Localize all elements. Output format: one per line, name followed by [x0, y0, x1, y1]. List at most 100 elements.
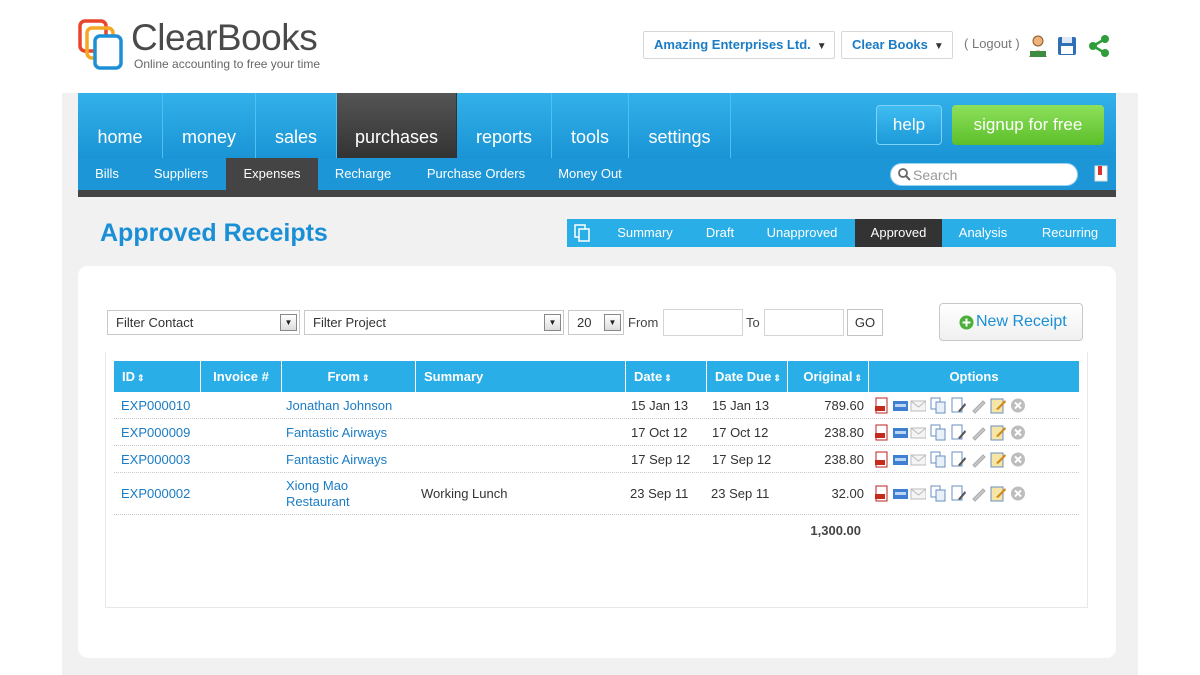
subnav-recharge[interactable]: Recharge [322, 158, 404, 190]
notes-icon[interactable] [990, 397, 1006, 414]
delete-icon[interactable] [1010, 397, 1026, 414]
chevron-down-icon: ▼ [604, 314, 621, 331]
attachment-icon[interactable] [970, 424, 986, 441]
filter-contact-select[interactable]: Filter Contact ▼ [107, 310, 300, 335]
pdf-icon[interactable] [874, 397, 890, 414]
column-header-id-label: ID [122, 369, 135, 384]
go-button[interactable]: GO [847, 309, 883, 336]
to-date-input[interactable] [764, 309, 844, 336]
subnav-bills[interactable]: Bills [78, 158, 136, 190]
column-header-date-due[interactable]: Date Due ⇕ [707, 361, 788, 392]
plus-circle-icon [959, 315, 974, 330]
tab-unapproved[interactable]: Unapproved [755, 219, 849, 247]
copy-icon[interactable] [930, 485, 946, 502]
row-from-link[interactable]: Xiong Mao Restaurant [286, 478, 376, 510]
delete-icon[interactable] [1010, 424, 1026, 441]
copy-icon[interactable] [930, 397, 946, 414]
logo[interactable]: ClearBooks Online accounting to free you… [78, 16, 338, 76]
row-date: 15 Jan 13 [631, 398, 689, 413]
company-select[interactable]: Amazing Enterprises Ltd. ▼ [643, 31, 835, 59]
nav-reports[interactable]: reports [457, 93, 552, 158]
save-icon[interactable] [1056, 34, 1078, 58]
row-from-link[interactable]: Jonathan Johnson [286, 398, 392, 413]
from-date-input[interactable] [663, 309, 743, 336]
attachment-icon[interactable] [970, 451, 986, 468]
bookmark-icon[interactable] [1094, 165, 1108, 182]
email-icon[interactable] [910, 451, 926, 468]
nav-tools[interactable]: tools [552, 93, 629, 158]
email-icon[interactable] [910, 424, 926, 441]
logo-tagline: Online accounting to free your time [134, 57, 321, 71]
copy-icon [574, 224, 590, 242]
html-icon[interactable] [892, 424, 908, 441]
column-header-date-due-label: Date Due [715, 369, 772, 384]
notes-icon[interactable] [990, 451, 1006, 468]
signup-button[interactable]: signup for free [952, 105, 1104, 145]
edit-document-icon[interactable] [950, 397, 966, 414]
row-from-link[interactable]: Fantastic Airways [286, 452, 387, 467]
subnav-expenses[interactable]: Expenses [226, 158, 318, 190]
share-icon[interactable] [1088, 34, 1110, 58]
pdf-icon[interactable] [874, 424, 890, 441]
nav-settings[interactable]: settings [629, 93, 731, 158]
logout-paren-open: ( [964, 36, 969, 51]
row-id-link[interactable]: EXP000009 [121, 425, 190, 440]
subnav-money-out[interactable]: Money Out [548, 158, 632, 190]
nav-sales[interactable]: sales [256, 93, 337, 158]
row-id-link[interactable]: EXP000010 [121, 398, 190, 413]
attachment-icon[interactable] [970, 397, 986, 414]
row-id-link[interactable]: EXP000002 [121, 486, 190, 501]
search-box[interactable] [890, 163, 1078, 186]
notes-icon[interactable] [990, 424, 1006, 441]
pdf-icon[interactable] [874, 485, 890, 502]
tab-summary[interactable]: Summary [605, 219, 685, 247]
search-input[interactable] [913, 166, 1073, 184]
edit-document-icon[interactable] [950, 485, 966, 502]
chevron-down-icon: ▼ [816, 41, 827, 52]
delete-icon[interactable] [1010, 485, 1026, 502]
copy-icon[interactable] [930, 451, 946, 468]
notes-icon[interactable] [990, 485, 1006, 502]
edit-document-icon[interactable] [950, 451, 966, 468]
column-header-id[interactable]: ID ⇕ [114, 361, 201, 392]
edit-document-icon[interactable] [950, 424, 966, 441]
column-header-summary: Summary [416, 361, 626, 392]
new-receipt-label: New Receipt [976, 313, 1067, 330]
subnav-suppliers[interactable]: Suppliers [140, 158, 222, 190]
html-icon[interactable] [892, 397, 908, 414]
row-date-due: 23 Sep 11 [711, 486, 770, 501]
column-header-options-label: Options [949, 369, 999, 384]
delete-icon[interactable] [1010, 451, 1026, 468]
email-icon[interactable] [910, 397, 926, 414]
tab-approved[interactable]: Approved [855, 219, 942, 247]
column-header-original[interactable]: Original ⇕ [788, 361, 869, 392]
filter-contact-value: Filter Contact [116, 315, 194, 330]
filter-project-select[interactable]: Filter Project ▼ [304, 310, 564, 335]
user-icon[interactable] [1027, 34, 1049, 58]
per-page-select[interactable]: 20 ▼ [568, 310, 624, 335]
help-button[interactable]: help [876, 105, 942, 145]
column-header-from[interactable]: From ⇕ [282, 361, 416, 392]
attachment-icon[interactable] [970, 485, 986, 502]
subnav-purchase-orders[interactable]: Purchase Orders [412, 158, 540, 190]
row-id-link[interactable]: EXP000003 [121, 452, 190, 467]
new-receipt-button[interactable]: New Receipt [939, 303, 1083, 341]
logout-link[interactable]: Logout [972, 36, 1012, 51]
html-icon[interactable] [892, 451, 908, 468]
html-icon[interactable] [892, 485, 908, 502]
tab-recurring[interactable]: Recurring [1029, 219, 1111, 247]
product-select[interactable]: Clear Books ▼ [841, 31, 953, 59]
column-header-date[interactable]: Date ⇕ [626, 361, 707, 392]
row-date: 17 Oct 12 [631, 425, 688, 440]
copy-icon[interactable] [930, 424, 946, 441]
nav-home[interactable]: home [78, 93, 163, 158]
row-date: 17 Sep 12 [631, 452, 691, 467]
column-header-invoice: Invoice # [201, 361, 282, 392]
tab-analysis[interactable]: Analysis [945, 219, 1021, 247]
nav-purchases[interactable]: purchases [337, 93, 457, 158]
pdf-icon[interactable] [874, 451, 890, 468]
nav-money[interactable]: money [163, 93, 256, 158]
email-icon[interactable] [910, 485, 926, 502]
tab-draft[interactable]: Draft [695, 219, 745, 247]
row-from-link[interactable]: Fantastic Airways [286, 425, 387, 440]
